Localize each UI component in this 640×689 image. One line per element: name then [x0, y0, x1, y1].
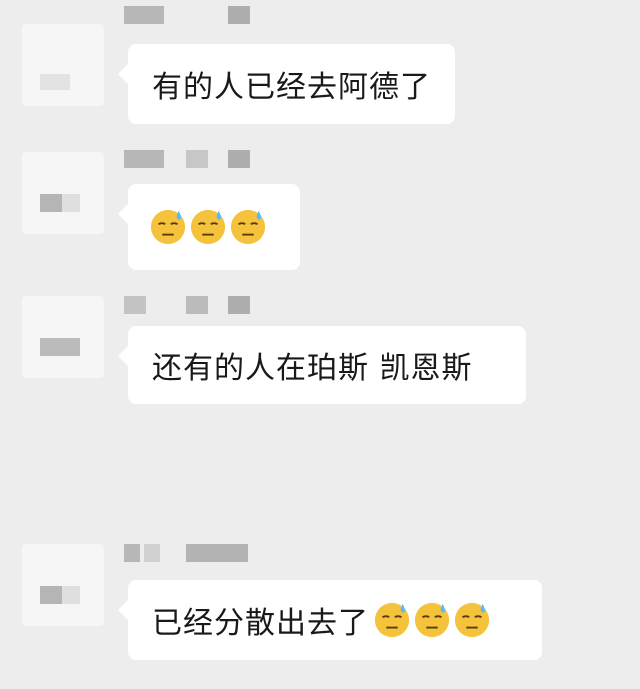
message-text: 还有的人在珀斯 凯恩斯 [152, 351, 473, 386]
sweat-smile-icon [189, 208, 227, 246]
avatar[interactable] [22, 296, 104, 378]
message-text: 已经分散出去了 [152, 606, 369, 641]
avatar[interactable] [22, 544, 104, 626]
message-bubble[interactable]: 已经分散出去了 [118, 580, 542, 660]
message-text: 有的人已经去阿德了 [152, 70, 431, 105]
message-bubble[interactable]: 有的人已经去阿德了 [118, 44, 455, 124]
sweat-smile-icon [453, 601, 491, 639]
sweat-smile-icon [229, 208, 267, 246]
message-bubble[interactable]: 还有的人在珀斯 凯恩斯 [118, 326, 526, 404]
avatar[interactable] [22, 152, 104, 234]
sweat-smile-icon [149, 208, 187, 246]
sweat-smile-icon [373, 601, 411, 639]
sweat-smile-icon [413, 601, 451, 639]
emoji-row [148, 208, 268, 246]
avatar[interactable] [22, 24, 104, 106]
message-bubble[interactable] [118, 184, 300, 270]
